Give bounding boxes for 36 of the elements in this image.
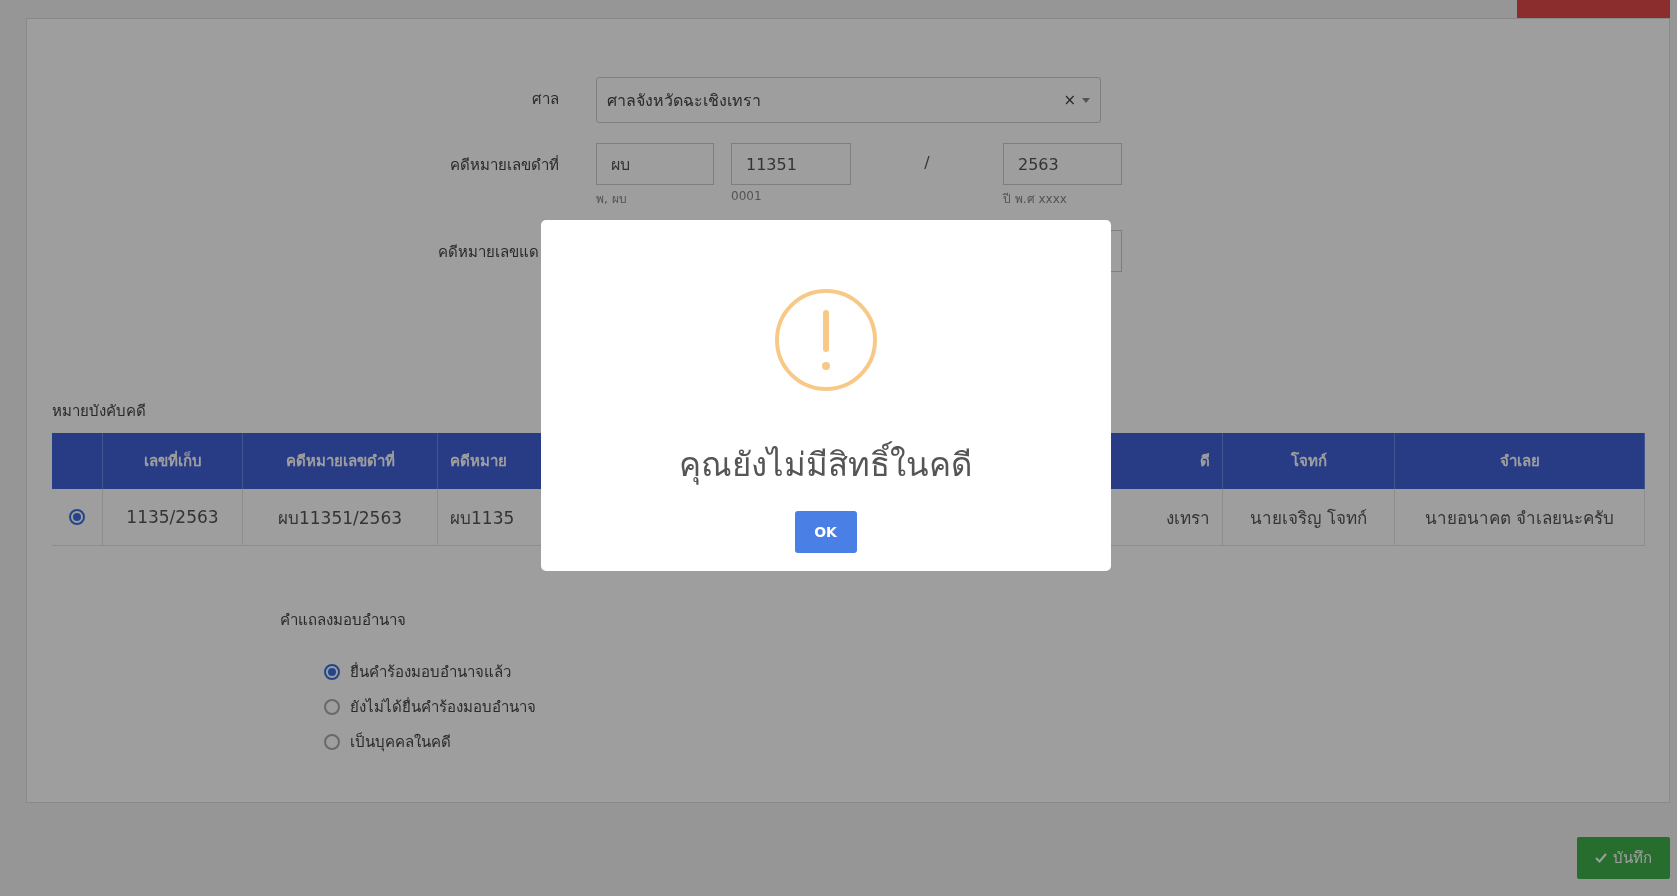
caret-icon [1082, 97, 1090, 103]
table-cell: นายเจริญ โจทก์ [1223, 489, 1395, 546]
table-cell: ผบ11351/2563 [243, 489, 438, 546]
clear-button[interactable]: × [1063, 91, 1076, 109]
radio-label: เป็นบุคคลในคดี [350, 731, 451, 754]
court-value: ศาลจังหวัดฉะเชิงเทรา [607, 89, 762, 112]
input-field[interactable]: 11351 [731, 143, 851, 185]
row-radio[interactable] [69, 509, 85, 525]
case-number-label: คดีหมายเลขดำที่ [449, 154, 559, 176]
field-hint: ปี พ.ศ xxxx [1003, 191, 1068, 208]
field-hint: พ, ผบ [596, 191, 628, 208]
radio-label: ยังไม่ได้ยื่นคำร้องมอบอำนาจ [350, 696, 536, 718]
court-select[interactable]: ศาลจังหวัดฉะเชิงเทรา × [596, 77, 1101, 123]
second-case-number-label: คดีหมายเลขแด [437, 242, 540, 263]
table-cell: นายอนาคต จำเลยนะครับ [1395, 489, 1645, 546]
field-hint: 0001 [731, 189, 763, 203]
column-header: เลขที่เก็บ [103, 433, 243, 489]
column-header: จำเลย [1395, 433, 1645, 489]
radio-button[interactable] [324, 664, 340, 680]
slash-separator: / [923, 152, 931, 172]
radio-button[interactable] [324, 734, 340, 750]
section-title: คำแถลงมอบอำนาจ [280, 610, 407, 631]
save-button[interactable]: บันทึก [1577, 837, 1670, 879]
court-label: ศาล [531, 89, 559, 110]
column-header: คดีหมายเลขดำที่ [243, 433, 438, 489]
input-field[interactable]: ผบ [596, 143, 714, 185]
warning-icon [773, 288, 878, 392]
section-title: หมายบังคับคดี [52, 401, 147, 422]
ok-button[interactable]: OK [794, 511, 857, 553]
input-field[interactable]: 2563 [1003, 143, 1122, 185]
table-cell: 1135/2563 [103, 489, 243, 546]
radio-label: ยื่นคำร้องมอบอำนาจแล้ว [350, 661, 511, 683]
check-icon [1595, 853, 1607, 863]
header-cell [52, 433, 103, 489]
radio-button[interactable] [324, 699, 340, 715]
column-header: โจทก์ [1223, 433, 1395, 489]
